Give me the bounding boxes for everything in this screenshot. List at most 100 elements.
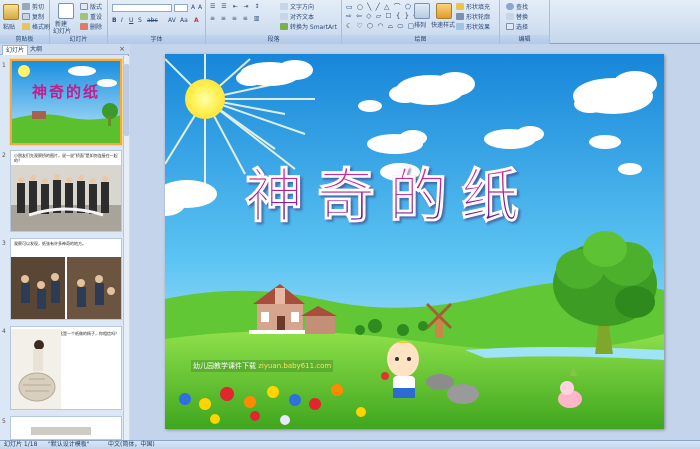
font-color-button[interactable]: A — [194, 17, 199, 24]
bullets-icon[interactable]: ☰ ☰ ⇤ ⇥ ↕ — [210, 3, 261, 10]
cut-label: 剪切 — [32, 4, 45, 11]
shape-effects-button[interactable]: 形状效果 — [456, 22, 490, 31]
bold-button[interactable]: B — [112, 17, 117, 24]
font-group: A A B I U S abc AV Aa A 字体 — [108, 0, 206, 44]
delete-icon — [80, 23, 88, 30]
editing-group: 查找 替换 选择 编辑 — [500, 0, 550, 44]
find-label: 查找 — [516, 4, 529, 11]
text-direction-button[interactable]: 文字方向 — [280, 2, 314, 11]
language-indicator[interactable]: 中文(简体，中国) — [108, 441, 155, 449]
italic-button[interactable]: I — [121, 17, 123, 24]
align-text-label: 对齐文本 — [290, 14, 315, 21]
slide-title[interactable]: 神奇的纸 — [244, 149, 533, 233]
layout-label: 版式 — [90, 4, 103, 11]
select-label: 选择 — [516, 24, 529, 31]
underline-button[interactable]: U — [129, 17, 133, 24]
brush-icon — [22, 23, 30, 30]
strikethrough-button[interactable]: abc — [147, 17, 158, 24]
replace-button[interactable]: 替换 — [506, 12, 528, 21]
slide-1-preview — [12, 61, 120, 143]
thumbnail-caption: 这是一个纸做的椅子，你相信吗？ — [59, 331, 119, 336]
group-photo-preview — [11, 165, 121, 231]
drawing-group-label: 绘图 — [342, 35, 499, 44]
thumbnail-caption: 观察可以发现，纸张有许多神奇的地方。 — [14, 241, 86, 246]
slide-thumbnail-3[interactable]: 观察可以发现，纸张有许多神奇的地方。 — [10, 238, 122, 320]
slide-panel: 幻灯片 大纲 × 1 神奇的纸 2 小朋友们先观察桥的图片，说一说"桥面"是如何… — [0, 44, 129, 440]
format-painter-label: 格式刷 — [32, 24, 51, 31]
shape-fill-label: 形状填充 — [466, 4, 491, 11]
tab-outline[interactable]: 大纲 — [27, 45, 45, 55]
slide-background-scene — [165, 54, 664, 429]
banner-prefix: 幼儿园教学课件下载 — [193, 362, 256, 370]
select-button[interactable]: 选择 — [506, 22, 528, 31]
sun-icon — [185, 79, 225, 119]
banner-url: ziyuan.baby611.com — [258, 362, 332, 370]
paste-button[interactable]: 粘贴 — [3, 22, 15, 31]
align-text-button[interactable]: 对齐文本 — [280, 12, 314, 21]
tab-slides[interactable]: 幻灯片 — [2, 45, 29, 55]
thumbnail-title: 神奇的纸 — [32, 83, 101, 101]
paste-icon[interactable] — [3, 4, 19, 20]
shapes-gallery[interactable]: ▭ ○ ╲ ╱ △ ⌒ ⬠ ☆ — [346, 2, 422, 12]
arrange-icon[interactable] — [414, 3, 430, 19]
font-size-combo[interactable] — [174, 4, 188, 12]
slide-thumbnail-1[interactable]: 神奇的纸 — [10, 59, 122, 145]
change-case-button[interactable]: Aa — [180, 17, 188, 24]
delete-slide-button[interactable]: 删除 — [80, 22, 102, 31]
copy-label: 复制 — [32, 14, 45, 21]
slide-thumbnail-4[interactable]: 这是一个纸做的椅子，你相信吗？ — [10, 326, 122, 410]
smartart-button[interactable]: 转换为 SmartArt — [280, 22, 337, 31]
slides-group: 新建 幻灯片 版式 重设 删除 幻灯片 — [50, 0, 108, 44]
effects-icon — [456, 23, 464, 30]
cut-button[interactable]: 剪切 — [22, 2, 44, 11]
new-slide-button-line2[interactable]: 幻灯片 — [53, 26, 71, 35]
thumbnail-number: 3 — [2, 240, 6, 247]
thumbnail-preview-strip — [31, 427, 91, 435]
close-icon[interactable]: × — [119, 45, 125, 53]
shape-outline-button[interactable]: 形状轮廓 — [456, 12, 490, 21]
find-button[interactable]: 查找 — [506, 2, 528, 11]
reset-label: 重设 — [90, 14, 103, 21]
replace-label: 替换 — [516, 14, 529, 21]
drawing-group: ▭ ○ ╲ ╱ △ ⌒ ⬠ ☆ ⇨ ⇦ ◇ ▱ ☐ { } ✚ ☾ ♡ ⬡ ◠ … — [342, 0, 500, 44]
current-slide[interactable]: 神奇的纸 幼儿园教学课件下载 ziyuan.baby611.com — [165, 54, 664, 429]
magnifier-icon — [506, 3, 514, 10]
slide-thumbnail-2[interactable]: 小朋友们先观察桥的图片，说一说"桥面"是如何连接在一起的？ — [10, 150, 122, 232]
scrollbar-thumb[interactable] — [124, 64, 129, 136]
quick-styles-button[interactable]: 快速样式 — [431, 20, 455, 29]
arrange-button[interactable]: 排列 — [414, 20, 426, 29]
layout-icon — [80, 3, 88, 10]
smartart-label: 转换为 SmartArt — [290, 24, 337, 31]
grow-font-icon[interactable]: A — [191, 4, 195, 11]
align-icons[interactable]: ≡ ≡ ≡ ≡ ▥ — [210, 15, 261, 22]
smartart-icon — [280, 23, 288, 30]
shrink-font-icon[interactable]: A — [198, 4, 202, 11]
slide-editing-area: 神奇的纸 幼儿园教学课件下载 ziyuan.baby611.com — [130, 44, 700, 440]
char-spacing-button[interactable]: AV — [168, 17, 176, 24]
copy-button[interactable]: 复制 — [22, 12, 44, 21]
new-slide-icon[interactable] — [58, 3, 74, 19]
shapes-gallery-row2[interactable]: ⇨ ⇦ ◇ ▱ ☐ { } ✚ — [346, 12, 420, 20]
classroom-photo-preview — [11, 257, 121, 319]
layout-button[interactable]: 版式 — [80, 2, 102, 11]
thumbnail-number: 2 — [2, 152, 6, 159]
shadow-button[interactable]: S — [138, 17, 142, 24]
cursor-icon — [506, 23, 514, 30]
quick-styles-icon[interactable] — [436, 3, 452, 19]
paper-chair-photo-preview — [11, 329, 61, 409]
replace-icon — [506, 13, 514, 20]
font-name-combo[interactable] — [112, 4, 172, 12]
thumbnail-number: 5 — [2, 418, 6, 425]
format-painter-button[interactable]: 格式刷 — [22, 22, 50, 31]
align-text-icon — [280, 13, 288, 20]
delete-label: 删除 — [90, 24, 103, 31]
shape-fill-button[interactable]: 形状填充 — [456, 2, 490, 11]
panel-tabs: 幻灯片 大纲 × — [0, 44, 129, 55]
reset-button[interactable]: 重设 — [80, 12, 102, 21]
status-bar: 幻灯片 1/18 "默认设计模板" 中文(简体，中国) — [0, 440, 700, 449]
slide-thumbnail-5[interactable] — [10, 416, 122, 440]
pen-icon — [456, 13, 464, 20]
shape-effects-label: 形状效果 — [466, 24, 491, 31]
slide-count: 幻灯片 1/18 — [4, 441, 38, 448]
panel-scrollbar[interactable] — [123, 56, 129, 440]
